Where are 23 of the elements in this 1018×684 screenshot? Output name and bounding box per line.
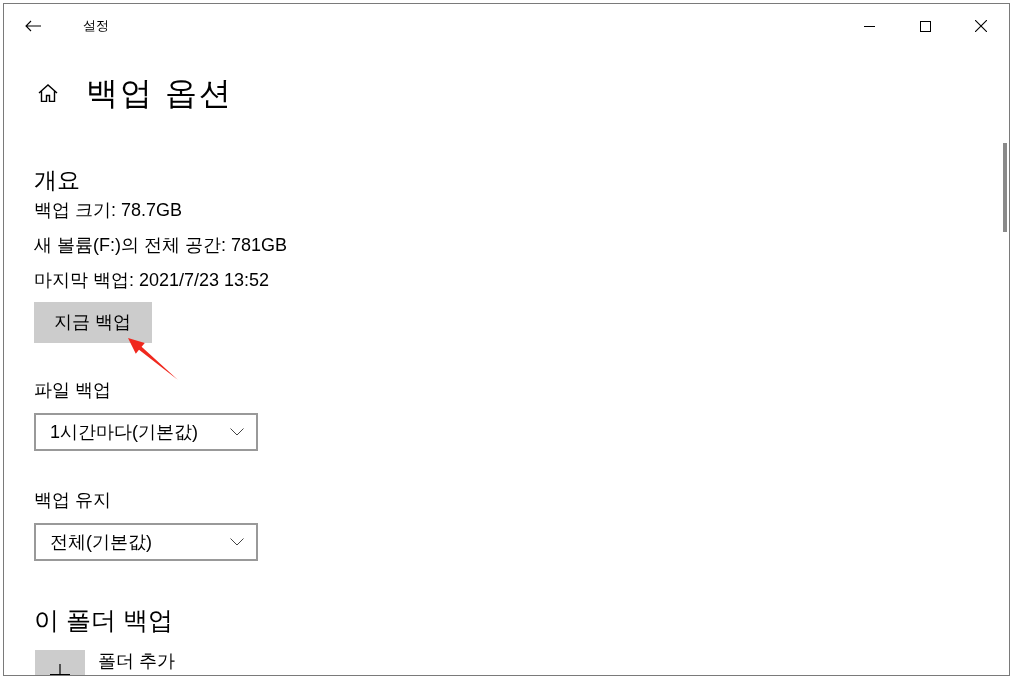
scrollbar-thumb[interactable] xyxy=(1003,143,1007,232)
home-icon xyxy=(38,84,58,102)
window-title: 설정 xyxy=(83,17,109,36)
section-heading: 개요 xyxy=(34,167,81,193)
info-text: 마지막 백업: 2021/7/23 13:52 xyxy=(34,269,271,292)
dropdown[interactable]: 전체(기본값) xyxy=(34,523,258,561)
add-folder-button[interactable] xyxy=(35,650,85,675)
plus-icon xyxy=(50,664,70,675)
dropdown[interactable]: 1시간마다(기본값) xyxy=(34,413,258,451)
back-arrow-icon xyxy=(25,20,41,32)
maximize-icon xyxy=(919,20,931,32)
section-heading: 이 폴더 백업 xyxy=(34,605,174,635)
info-text: 백업 크기: 78.7GB xyxy=(34,199,184,222)
close-icon xyxy=(975,20,987,32)
page-title: 백업 옵션 xyxy=(86,74,233,113)
field-label: 백업 유지 xyxy=(34,489,112,512)
add-folder-label: 폴더 추가 xyxy=(98,650,175,672)
chevron-down-icon xyxy=(230,428,244,436)
minimize-icon xyxy=(863,25,875,27)
field-label: 파일 백업 xyxy=(34,379,112,402)
backup-now-button[interactable]: 지금 백업 xyxy=(34,302,152,343)
chevron-down-icon xyxy=(230,538,244,546)
info-text: 새 볼륨(F:)의 전체 공간: 781GB xyxy=(34,234,289,257)
